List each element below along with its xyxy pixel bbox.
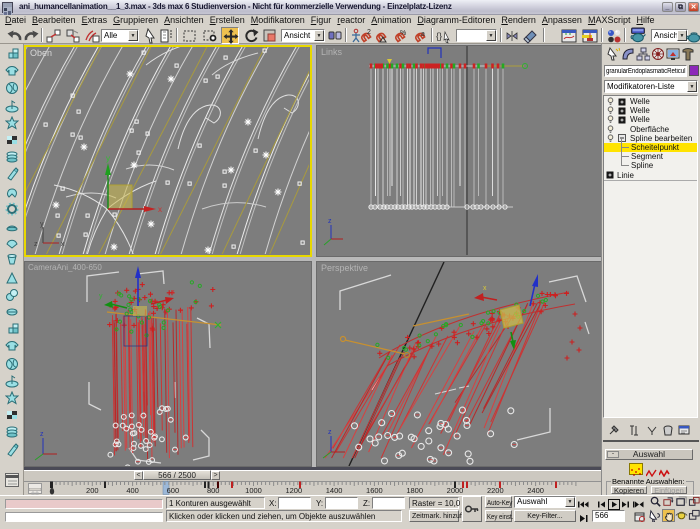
svg-text:y: y xyxy=(40,221,44,228)
svg-text:z: z xyxy=(34,241,38,248)
svg-text:1800: 1800 xyxy=(406,486,423,495)
svg-text:1000: 1000 xyxy=(245,486,262,495)
svg-text:2200: 2200 xyxy=(487,486,504,495)
svg-text:400: 400 xyxy=(126,486,139,495)
svg-text:x: x xyxy=(61,241,65,248)
svg-text:x: x xyxy=(158,205,162,214)
svg-text:2: 2 xyxy=(367,29,371,36)
svg-text:200: 200 xyxy=(86,486,99,495)
svg-text:x: x xyxy=(171,289,175,296)
svg-text:y: y xyxy=(99,293,103,300)
svg-text:z: z xyxy=(328,218,332,225)
svg-text:x: x xyxy=(483,285,487,292)
svg-text:z: z xyxy=(40,431,44,438)
svg-text:y: y xyxy=(106,154,110,163)
svg-text:{}: {} xyxy=(436,31,442,41)
svg-text:1600: 1600 xyxy=(366,486,383,495)
svg-text:z: z xyxy=(328,429,332,436)
svg-text:a: a xyxy=(421,31,425,38)
svg-text:1400: 1400 xyxy=(326,486,343,495)
svg-text:2400: 2400 xyxy=(527,486,544,495)
svg-text:%: % xyxy=(400,30,406,37)
svg-text:600: 600 xyxy=(167,486,180,495)
